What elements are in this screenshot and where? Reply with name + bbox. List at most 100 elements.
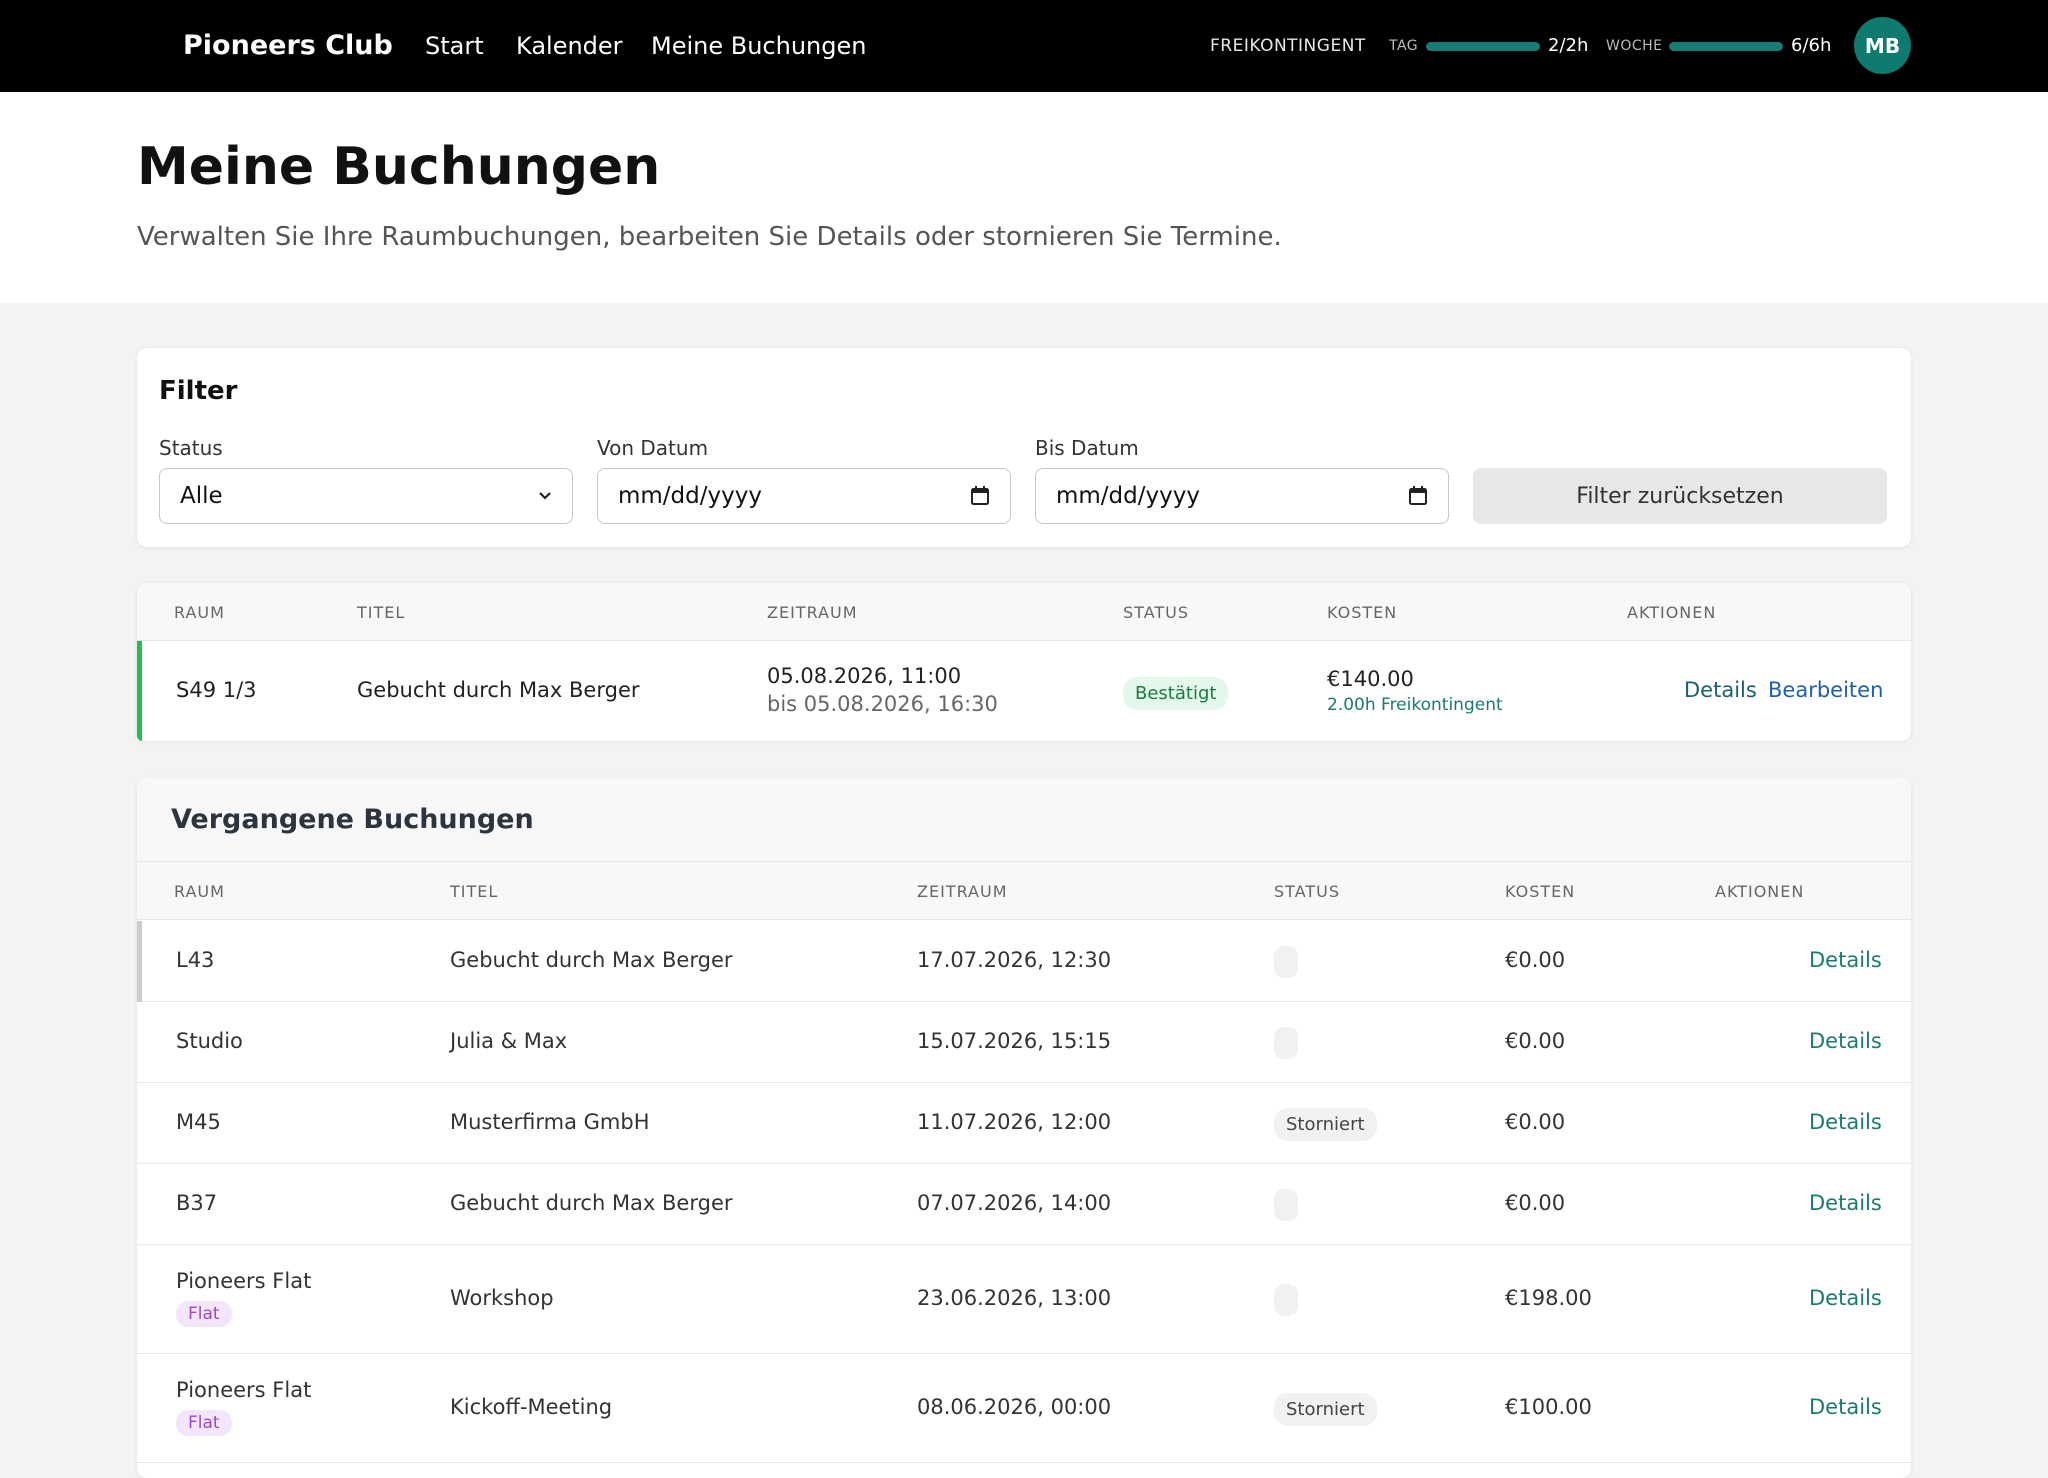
room-cell: M45	[176, 1110, 221, 1134]
reset-filter-button[interactable]: Filter zurücksetzen	[1473, 468, 1887, 524]
title-cell: Workshop	[450, 1286, 554, 1310]
column-header-raum: RAUM	[174, 603, 225, 622]
cost-cell: €100.00	[1505, 1395, 1592, 1419]
from-date-input[interactable]: mm/dd/yyyy	[597, 468, 1011, 524]
details-link[interactable]: Details	[1809, 1029, 1882, 1053]
nav-start-link[interactable]: Start	[425, 32, 484, 60]
room-type-tag: Flat	[176, 1410, 232, 1436]
table-row[interactable]: M45 Musterfirma GmbH 11.07.2026, 12:00 S…	[137, 1083, 1911, 1164]
status-select-value: Alle	[180, 483, 223, 509]
status-badge	[1274, 1189, 1298, 1221]
room-cell: Pioneers Flat	[176, 1378, 312, 1402]
calendar-icon[interactable]	[1408, 485, 1428, 512]
past-bookings-card: Vergangene Buchungen RAUM TITEL ZEITRAUM…	[137, 778, 1911, 1478]
column-header-kosten: KOSTEN	[1327, 603, 1398, 622]
time-cell: 11.07.2026, 12:00	[917, 1110, 1112, 1134]
time-end-cell: bis 05.08.2026, 16:30	[767, 692, 998, 716]
upcoming-row-accent	[137, 641, 142, 741]
status-badge: Storniert	[1274, 1108, 1377, 1141]
quota-week-value: 6/6h	[1791, 35, 1832, 56]
column-header-aktionen: AKTIONEN	[1627, 603, 1717, 622]
column-header-status: STATUS	[1123, 603, 1190, 622]
nav-kalender-link[interactable]: Kalender	[516, 32, 623, 60]
title-cell: Gebucht durch Max Berger	[450, 948, 733, 972]
time-cell: 07.07.2026, 14:00	[917, 1191, 1112, 1215]
column-header-zeitraum: ZEITRAUM	[917, 882, 1008, 901]
table-header: RAUM TITEL ZEITRAUM STATUS KOSTEN AKTION…	[137, 862, 1911, 920]
room-cell: Studio	[176, 1029, 243, 1053]
page-subtitle: Verwalten Sie Ihre Raumbuchungen, bearbe…	[137, 222, 1282, 252]
room-cell: B37	[176, 1191, 218, 1215]
room-cell: S49 1/3	[176, 678, 257, 702]
quota-day-fill	[1426, 42, 1540, 51]
cost-cell: €198.00	[1505, 1286, 1592, 1310]
title-cell: Kickoff-Meeting	[450, 1395, 613, 1419]
to-date-value: mm/dd/yyyy	[1056, 483, 1200, 509]
nav-meine-buchungen-link[interactable]: Meine Buchungen	[651, 32, 866, 60]
quota-week-label: WOCHE	[1606, 38, 1663, 54]
title-cell: Gebucht durch Max Berger	[450, 1191, 733, 1215]
time-start-cell: 05.08.2026, 11:00	[767, 664, 962, 688]
filter-title: Filter	[159, 376, 238, 406]
avatar[interactable]: MB	[1854, 17, 1911, 74]
column-header-zeitraum: ZEITRAUM	[767, 603, 858, 622]
quota-title: FREIKONTINGENT	[1210, 36, 1366, 56]
row-accent	[137, 921, 142, 1002]
filter-card: Filter Status Alle Von Datum mm/dd/yyyy …	[137, 348, 1911, 547]
time-cell: 15.07.2026, 15:15	[917, 1029, 1112, 1053]
details-link[interactable]: Details	[1809, 1395, 1882, 1419]
page-header: Meine Buchungen Verwalten Sie Ihre Raumb…	[0, 92, 2048, 303]
details-link[interactable]: Details	[1684, 678, 1757, 702]
upcoming-bookings-table: RAUM TITEL ZEITRAUM STATUS KOSTEN AKTION…	[137, 583, 1911, 741]
details-link[interactable]: Details	[1809, 1191, 1882, 1215]
status-select[interactable]: Alle	[159, 468, 573, 524]
title-cell: Musterfirma GmbH	[450, 1110, 650, 1134]
cost-cell: €0.00	[1505, 948, 1566, 972]
time-cell: 23.06.2026, 13:00	[917, 1286, 1112, 1310]
column-header-kosten: KOSTEN	[1505, 882, 1576, 901]
status-badge: Storniert	[1274, 1393, 1377, 1426]
table-row[interactable]: B37 Gebucht durch Max Berger 07.07.2026,…	[137, 1164, 1911, 1245]
details-link[interactable]: Details	[1809, 1286, 1882, 1310]
from-date-label: Von Datum	[597, 436, 709, 460]
past-bookings-header: Vergangene Buchungen	[137, 778, 1911, 862]
cost-cell: €0.00	[1505, 1191, 1566, 1215]
time-cell: 08.06.2026, 00:00	[917, 1395, 1112, 1419]
title-cell: Julia & Max	[450, 1029, 568, 1053]
status-badge: Bestätigt	[1123, 677, 1229, 710]
table-header: RAUM TITEL ZEITRAUM STATUS KOSTEN AKTION…	[137, 583, 1911, 641]
table-row[interactable]: Pioneers Flat Flat Kickoff-Meeting 08.06…	[137, 1354, 1911, 1463]
status-badge	[1274, 946, 1298, 978]
column-header-status: STATUS	[1274, 882, 1341, 901]
calendar-icon[interactable]	[970, 485, 990, 512]
cost-cell: €0.00	[1505, 1110, 1566, 1134]
to-date-input[interactable]: mm/dd/yyyy	[1035, 468, 1449, 524]
details-link[interactable]: Details	[1809, 948, 1882, 972]
quota-day-label: TAG	[1389, 38, 1419, 54]
top-navigation-bar: Pioneers Club Start Kalender Meine Buchu…	[0, 0, 2048, 92]
edit-link[interactable]: Bearbeiten	[1768, 678, 1883, 702]
quota-day-value: 2/2h	[1548, 35, 1589, 56]
table-row[interactable]: Studio Julia & Max 15.07.2026, 15:15 €0.…	[137, 1002, 1911, 1083]
quota-note: 2.00h Freikontingent	[1327, 695, 1503, 715]
status-badge	[1274, 1027, 1298, 1059]
details-link[interactable]: Details	[1809, 1110, 1882, 1134]
from-date-value: mm/dd/yyyy	[618, 483, 762, 509]
cost-cell: €140.00	[1327, 667, 1414, 691]
chevron-down-icon	[538, 485, 552, 512]
status-badge	[1274, 1284, 1298, 1316]
page-title: Meine Buchungen	[137, 137, 661, 197]
table-row[interactable]: L43 Gebucht durch Max Berger 17.07.2026,…	[137, 921, 1911, 1002]
room-type-tag: Flat	[176, 1301, 232, 1327]
column-header-raum: RAUM	[174, 882, 225, 901]
cost-cell: €0.00	[1505, 1029, 1566, 1053]
room-cell: Pioneers Flat	[176, 1269, 312, 1293]
quota-week-bar	[1669, 42, 1783, 51]
room-cell: L43	[176, 948, 215, 972]
title-cell: Gebucht durch Max Berger	[357, 678, 640, 702]
status-filter-label: Status	[159, 436, 223, 460]
table-row[interactable]: Pioneers Flat Flat Workshop 23.06.2026, …	[137, 1245, 1911, 1354]
column-header-titel: TITEL	[450, 882, 499, 901]
quota-week-fill	[1669, 42, 1783, 51]
brand-logo[interactable]: Pioneers Club	[183, 30, 393, 61]
